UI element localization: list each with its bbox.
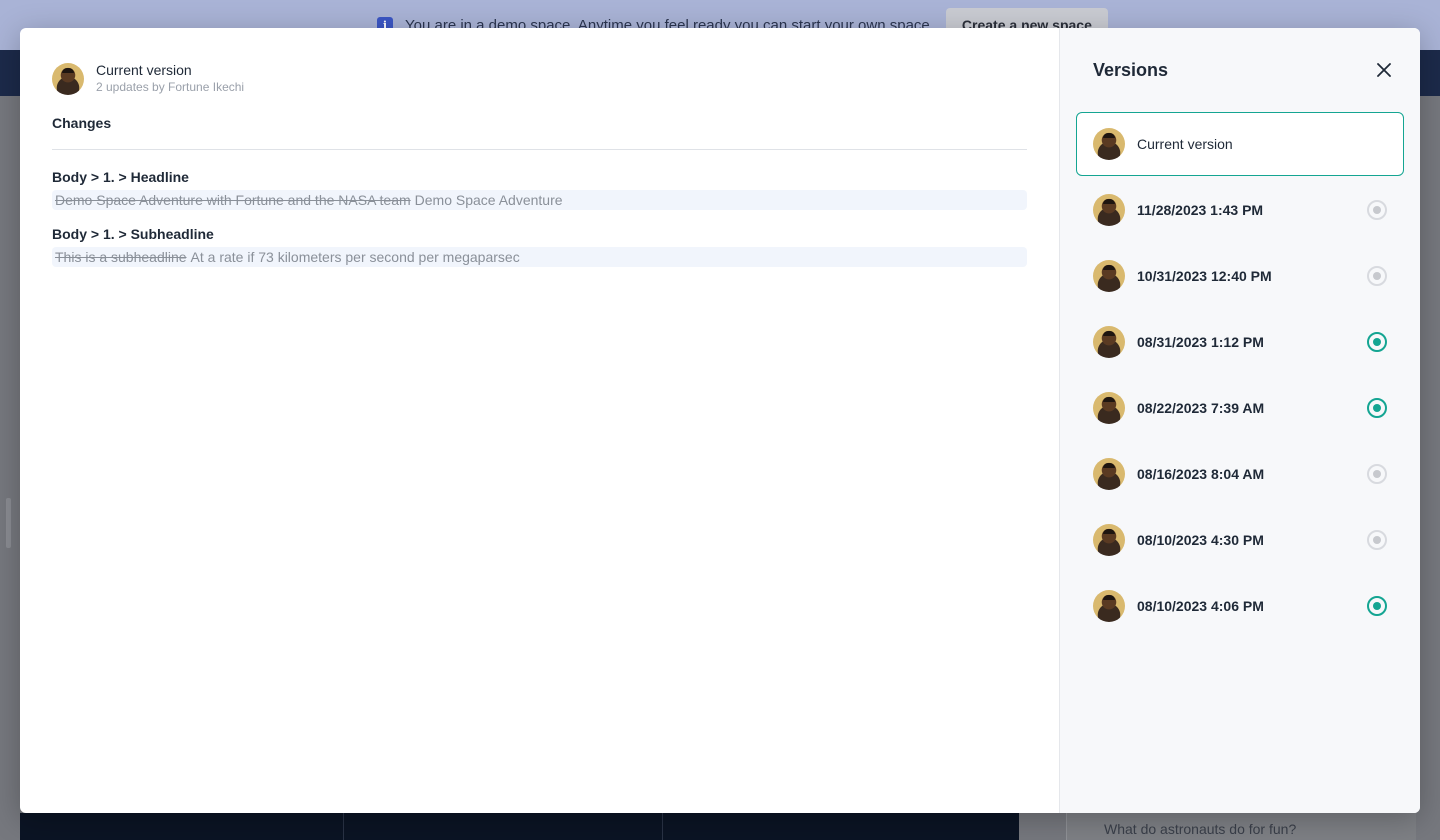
diff-removed-text: Demo Space Adventure with Fortune and th… xyxy=(55,192,411,208)
version-label: 08/10/2023 4:30 PM xyxy=(1137,532,1264,548)
change-path: Body > 1. > Subheadline xyxy=(52,226,214,242)
bottom-card-text: What do astronauts do for fun? xyxy=(1104,821,1297,837)
close-icon xyxy=(1377,63,1391,77)
draft-status-icon xyxy=(1367,530,1387,550)
versions-title: Versions xyxy=(1093,59,1169,80)
changes-title: Current version xyxy=(96,62,192,78)
avatar xyxy=(1093,590,1125,622)
avatar xyxy=(1093,392,1125,424)
version-label: 08/16/2023 8:04 AM xyxy=(1137,466,1265,482)
draft-status-icon xyxy=(1367,200,1387,220)
version-item[interactable]: 08/10/2023 4:06 PM xyxy=(1076,574,1404,638)
changes-heading: Changes xyxy=(52,115,1027,150)
changes-pane: Current version 2 updates by Fortune Ike… xyxy=(20,28,1059,813)
version-item[interactable]: 08/31/2023 1:12 PM xyxy=(1076,310,1404,374)
published-status-icon xyxy=(1367,596,1387,616)
resize-handle xyxy=(6,498,11,548)
avatar xyxy=(1093,458,1125,490)
avatar xyxy=(1093,326,1125,358)
avatar xyxy=(1093,194,1125,226)
change-diff: This is a subheadline At a rate if 73 ki… xyxy=(52,247,1027,267)
draft-status-icon xyxy=(1367,464,1387,484)
version-item[interactable]: 10/31/2023 12:40 PM xyxy=(1076,244,1404,308)
version-list: Current version 11/28/2023 1:43 PM 10/31/… xyxy=(1076,112,1404,638)
version-label: 08/22/2023 7:39 AM xyxy=(1137,400,1265,416)
change-item: Body > 1. > Headline Demo Space Adventur… xyxy=(52,169,1027,210)
version-label: 08/31/2023 1:12 PM xyxy=(1137,334,1264,350)
change-item: Body > 1. > Subheadline This is a subhea… xyxy=(52,226,1027,267)
version-label: 08/10/2023 4:06 PM xyxy=(1137,598,1264,614)
change-path: Body > 1. > Headline xyxy=(52,169,189,185)
avatar xyxy=(1093,524,1125,556)
app-bottom-card: What do astronauts do for fun? xyxy=(1066,813,1416,840)
version-label: 10/31/2023 12:40 PM xyxy=(1137,268,1272,284)
diff-removed-text: This is a subheadline xyxy=(55,249,187,265)
close-button[interactable] xyxy=(1372,58,1396,82)
published-status-icon xyxy=(1367,332,1387,352)
change-diff: Demo Space Adventure with Fortune and th… xyxy=(52,190,1027,210)
version-item[interactable]: 08/16/2023 8:04 AM xyxy=(1076,442,1404,506)
app-bottom-strip xyxy=(20,813,1019,840)
versions-pane: Versions Current version 11/28/2023 1:43… xyxy=(1059,28,1420,813)
version-item[interactable]: 08/10/2023 4:30 PM xyxy=(1076,508,1404,572)
version-label: 11/28/2023 1:43 PM xyxy=(1137,202,1264,218)
changes-header: Current version 2 updates by Fortune Ike… xyxy=(52,62,1027,95)
versions-header: Versions xyxy=(1076,28,1404,112)
version-history-modal: Current version 2 updates by Fortune Ike… xyxy=(20,28,1420,813)
avatar xyxy=(1093,260,1125,292)
diff-added-text: Demo Space Adventure xyxy=(414,192,563,208)
avatar xyxy=(52,62,84,95)
version-item[interactable]: 08/22/2023 7:39 AM xyxy=(1076,376,1404,440)
version-item[interactable]: 11/28/2023 1:43 PM xyxy=(1076,178,1404,242)
avatar xyxy=(1093,128,1125,160)
diff-added-text: At a rate if 73 kilometers per second pe… xyxy=(190,249,520,265)
version-item-current[interactable]: Current version xyxy=(1076,112,1404,176)
published-status-icon xyxy=(1367,398,1387,418)
version-label: Current version xyxy=(1137,136,1233,152)
draft-status-icon xyxy=(1367,266,1387,286)
changes-subtitle: 2 updates by Fortune Ikechi xyxy=(96,80,245,94)
